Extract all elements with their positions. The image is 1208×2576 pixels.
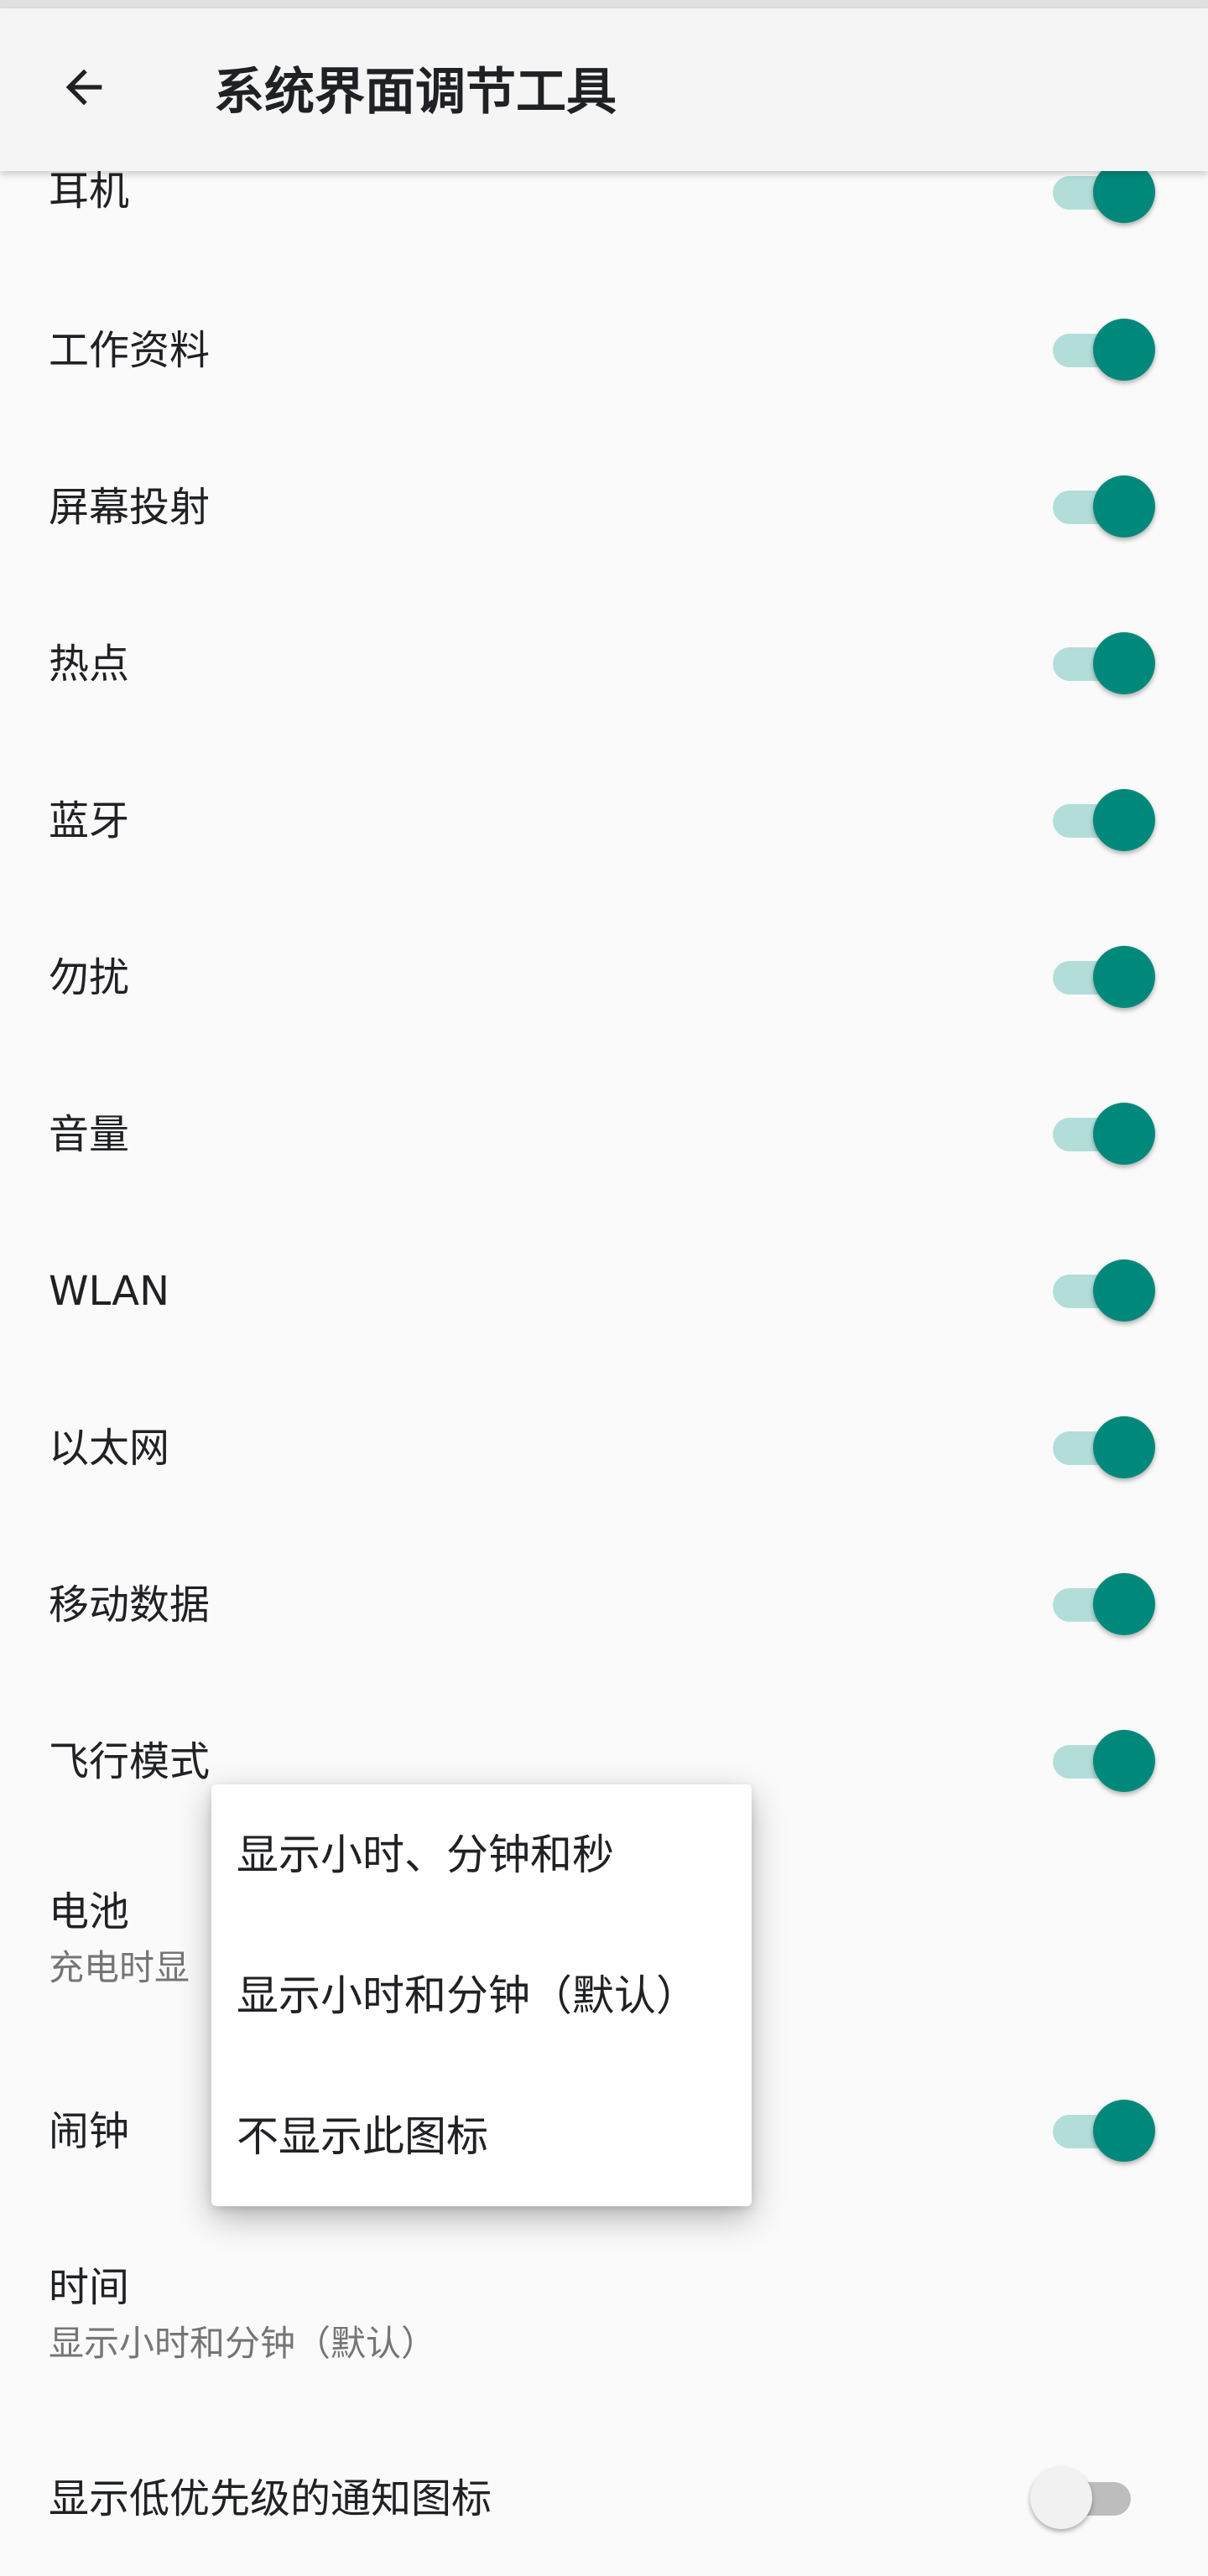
switch-thumb	[1093, 789, 1155, 851]
dnd-switch[interactable]	[1053, 944, 1155, 1011]
row-dnd[interactable]: 勿扰	[0, 937, 1208, 1031]
row-title: WLAN	[49, 1268, 170, 1315]
bluetooth-switch[interactable]	[1053, 787, 1155, 854]
wlan-switch[interactable]	[1053, 1258, 1155, 1325]
row-ethernet[interactable]: 以太网	[0, 1408, 1208, 1502]
row-summary: 显示小时和分钟（默认）	[49, 2323, 437, 2364]
row-title: 热点	[49, 641, 130, 688]
back-button[interactable]	[34, 37, 134, 138]
app-toolbar: 系统界面调节工具	[0, 8, 1208, 171]
popup-option-label: 显示小时和分钟（默认）	[237, 1971, 698, 2020]
cast-switch[interactable]	[1053, 474, 1155, 541]
popup-option-hm-default[interactable]: 显示小时和分钟（默认）	[211, 1925, 752, 2066]
work-profile-switch[interactable]	[1053, 317, 1155, 384]
switch-thumb	[1093, 1416, 1155, 1478]
status-bar	[0, 0, 1208, 8]
popup-option-hms[interactable]: 显示小时、分钟和秒	[211, 1784, 752, 1925]
row-title: 以太网	[49, 1425, 170, 1472]
switch-thumb	[1093, 1259, 1155, 1322]
row-time[interactable]: 时间 显示小时和分钟（默认）	[0, 2231, 1208, 2381]
popup-option-label: 显示小时、分钟和秒	[237, 1831, 614, 1879]
low-priority-switch[interactable]	[1030, 2465, 1132, 2532]
switch-thumb	[1093, 946, 1155, 1008]
alarm-switch[interactable]	[1053, 2098, 1155, 2165]
row-wlan[interactable]: WLAN	[0, 1251, 1208, 1345]
row-title: 勿扰	[49, 954, 130, 1001]
row-low-priority-icons[interactable]: 显示低优先级的通知图标	[0, 2450, 1208, 2544]
mobile-data-switch[interactable]	[1053, 1571, 1155, 1639]
row-title: 飞行模式	[49, 1738, 211, 1785]
row-title: 蓝牙	[49, 797, 130, 844]
row-title: 工作资料	[49, 327, 211, 374]
switch-thumb	[1093, 1103, 1155, 1165]
arrow-left-icon	[65, 69, 102, 106]
switch-thumb	[1093, 1730, 1155, 1792]
popup-option-hide[interactable]: 不显示此图标	[211, 2066, 752, 2207]
row-bluetooth[interactable]: 蓝牙	[0, 781, 1208, 875]
row-hotspot[interactable]: 热点	[0, 624, 1208, 718]
switch-thumb	[1093, 475, 1155, 538]
switch-thumb	[1093, 319, 1155, 381]
volume-switch[interactable]	[1053, 1101, 1155, 1168]
time-format-popup: 显示小时、分钟和秒 显示小时和分钟（默认） 不显示此图标	[211, 1784, 752, 2206]
row-title: 显示低优先级的通知图标	[49, 2475, 492, 2522]
switch-thumb	[1030, 2467, 1092, 2529]
switch-thumb	[1093, 632, 1155, 694]
row-title: 耳机	[49, 168, 130, 215]
row-title: 时间	[49, 2264, 130, 2311]
row-mobile-data[interactable]: 移动数据	[0, 1565, 1208, 1659]
popup-option-label: 不显示此图标	[237, 2112, 488, 2161]
row-summary: 充电时显	[49, 1947, 190, 1988]
row-title: 电池	[49, 1888, 130, 1935]
airplane-mode-switch[interactable]	[1053, 1728, 1155, 1795]
row-title: 音量	[49, 1111, 130, 1158]
ethernet-switch[interactable]	[1053, 1415, 1155, 1482]
row-cast[interactable]: 屏幕投射	[0, 467, 1208, 561]
page-title: 系统界面调节工具	[214, 63, 617, 122]
row-volume[interactable]: 音量	[0, 1094, 1208, 1188]
hotspot-switch[interactable]	[1053, 631, 1155, 698]
row-title: 屏幕投射	[49, 484, 211, 531]
row-title: 闹钟	[49, 2108, 130, 2155]
switch-thumb	[1093, 2100, 1155, 2162]
row-title: 移动数据	[49, 1581, 211, 1628]
switch-thumb	[1093, 1573, 1155, 1635]
row-work-profile[interactable]: 工作资料	[0, 310, 1208, 404]
